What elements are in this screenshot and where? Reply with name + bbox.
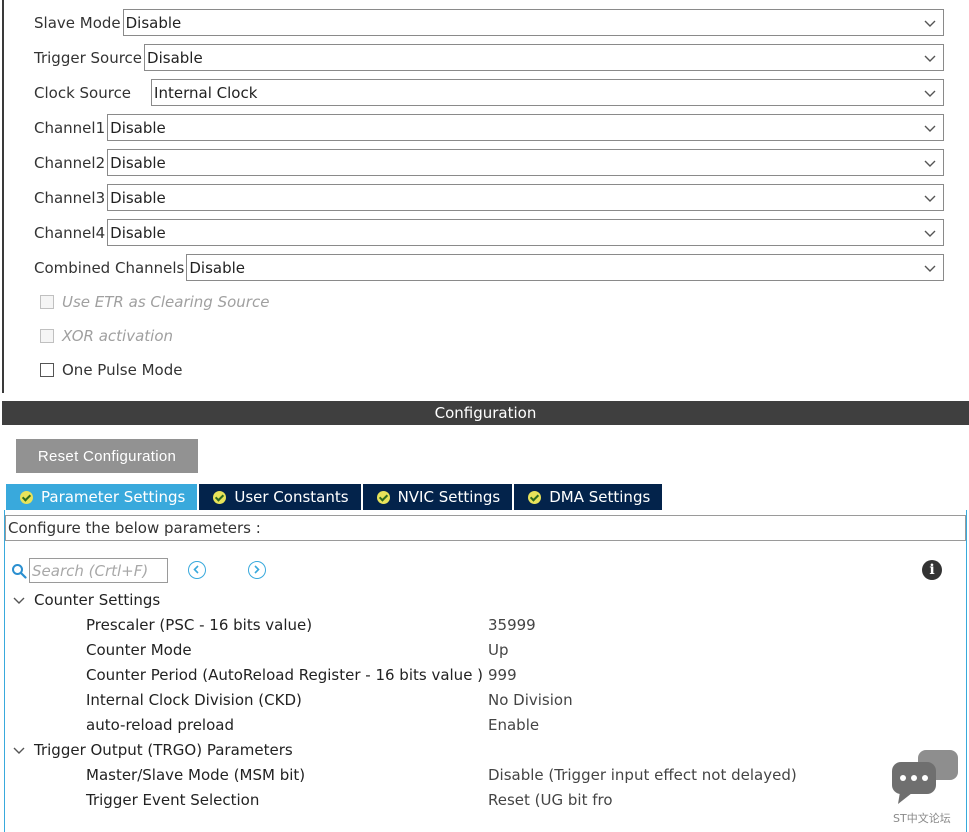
slave-mode-label: Slave Mode [34,13,121,32]
slave-mode-value: Disable [125,13,182,32]
use-etr-checkbox-row: Use ETR as Clearing Source [40,292,269,312]
param-value[interactable]: Reset (UG bit fro [488,789,613,811]
combined-channels-value: Disable [189,258,246,277]
chevron-left-icon [193,565,199,574]
chevron-down-icon [924,265,936,272]
info-icon[interactable]: i [922,560,942,580]
chevron-down-icon [924,160,936,167]
chevron-down-icon [924,90,936,97]
one-pulse-mode-checkbox-row: One Pulse Mode [40,360,182,380]
param-name: Counter Mode [86,641,192,659]
param-value[interactable]: Enable [488,714,539,736]
param-name: Internal Clock Division (CKD) [86,691,302,709]
channel2-row: Channel2 Disable [34,149,944,176]
channel4-label: Channel4 [34,223,106,242]
channel4-row: Channel4 Disable [34,219,944,246]
group-counter-settings[interactable]: Counter Settings [12,589,160,611]
one-pulse-mode-checkbox[interactable] [40,363,54,377]
tab-label: NVIC Settings [397,488,501,506]
tab-parameter-settings[interactable]: Parameter Settings [6,484,198,510]
param-name: Counter Period (AutoReload Register - 16… [86,666,484,684]
configure-hint: Configure the below parameters : [5,515,966,541]
clock-source-select[interactable]: Internal Clock [151,79,944,106]
channel3-label: Channel3 [34,188,106,207]
channel2-select[interactable]: Disable [107,149,944,176]
group-title: Trigger Output (TRGO) Parameters [34,741,293,759]
search-input[interactable] [29,558,168,583]
group-trigger-output[interactable]: Trigger Output (TRGO) Parameters [12,739,293,761]
trigger-source-label: Trigger Source [34,48,143,67]
next-match-button[interactable] [248,561,266,579]
slave-mode-select[interactable]: Disable [122,9,944,36]
xor-activation-label: XOR activation [62,327,174,345]
clock-source-value: Internal Clock [154,83,258,102]
channel1-select[interactable]: Disable [107,114,944,141]
check-circle-icon [213,490,227,504]
chevron-right-icon [254,565,260,574]
combined-channels-label: Combined Channels [34,258,185,277]
channel3-value: Disable [110,188,166,207]
clock-source-label: Clock Source [34,83,132,102]
chevron-down-icon [924,55,936,62]
panel-border [2,0,4,393]
slave-mode-row: Slave Mode Disable [34,9,944,36]
tab-dma-settings[interactable]: DMA Settings [514,484,663,510]
check-circle-icon [20,490,33,504]
param-value[interactable]: Disable (Trigger input effect not delaye… [488,764,797,786]
channel1-value: Disable [110,118,166,137]
trigger-source-value: Disable [147,48,203,67]
channel3-select[interactable]: Disable [107,184,944,211]
tab-label: Parameter Settings [41,488,186,506]
tab-user-constants[interactable]: User Constants [199,484,361,510]
chevron-down-icon [13,747,25,754]
xor-activation-checkbox[interactable] [40,329,54,343]
channel2-value: Disable [110,153,166,172]
trigger-source-row: Trigger Source Disable [34,44,944,71]
channel1-label: Channel1 [34,118,106,137]
combined-channels-row: Combined Channels Disable [34,254,944,281]
channel4-select[interactable]: Disable [107,219,944,246]
tab-label: DMA Settings [549,488,651,506]
previous-match-button[interactable] [188,561,206,579]
param-value[interactable]: 999 [488,664,517,686]
xor-activation-checkbox-row: XOR activation [40,326,173,346]
channel4-value: Disable [110,223,166,242]
group-title: Counter Settings [34,591,161,609]
reset-configuration-button[interactable]: Reset Configuration [16,439,198,473]
param-name: Prescaler (PSC - 16 bits value) [86,616,313,634]
param-value[interactable]: 35999 [488,614,536,636]
param-value[interactable]: Up [488,639,509,661]
use-etr-label: Use ETR as Clearing Source [62,293,270,311]
config-tabs: Parameter Settings User Constants NVIC S… [6,484,664,510]
tab-nvic-settings[interactable]: NVIC Settings [362,484,513,510]
channel1-row: Channel1 Disable [34,114,944,141]
param-name: Master/Slave Mode (MSM bit) [86,766,306,784]
channel2-label: Channel2 [34,153,106,172]
check-circle-icon [528,490,542,504]
clock-source-row: Clock Source Internal Clock [34,79,944,106]
param-name: auto-reload preload [86,716,234,734]
one-pulse-mode-label: One Pulse Mode [62,361,183,379]
configuration-header: Configuration [2,401,969,425]
chevron-down-icon [13,597,25,604]
chevron-down-icon [924,230,936,237]
chevron-down-icon [924,20,936,27]
search-icon[interactable] [11,563,27,579]
channel3-row: Channel3 Disable [34,184,944,211]
param-value[interactable]: No Division [488,689,573,711]
chevron-down-icon [924,125,936,132]
trigger-source-select[interactable]: Disable [144,44,944,71]
check-circle-icon [376,490,390,504]
use-etr-checkbox[interactable] [40,295,54,309]
param-name: Trigger Event Selection [86,791,260,809]
chevron-down-icon [924,195,936,202]
combined-channels-select[interactable]: Disable [186,254,944,281]
tab-label: User Constants [234,488,349,506]
